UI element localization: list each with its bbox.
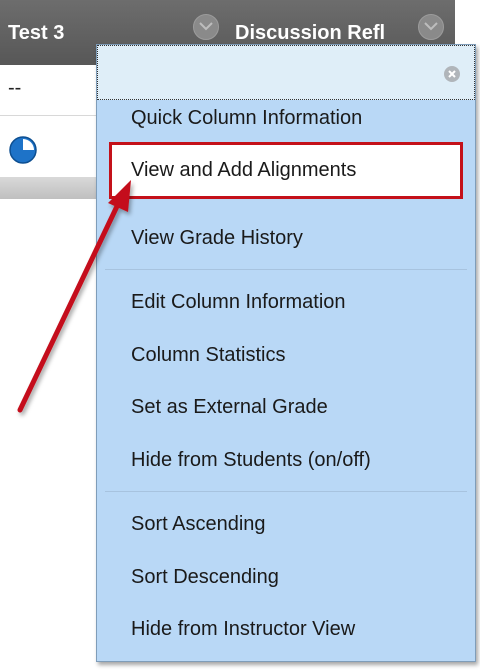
- red-arrow-annotation: [17, 180, 131, 413]
